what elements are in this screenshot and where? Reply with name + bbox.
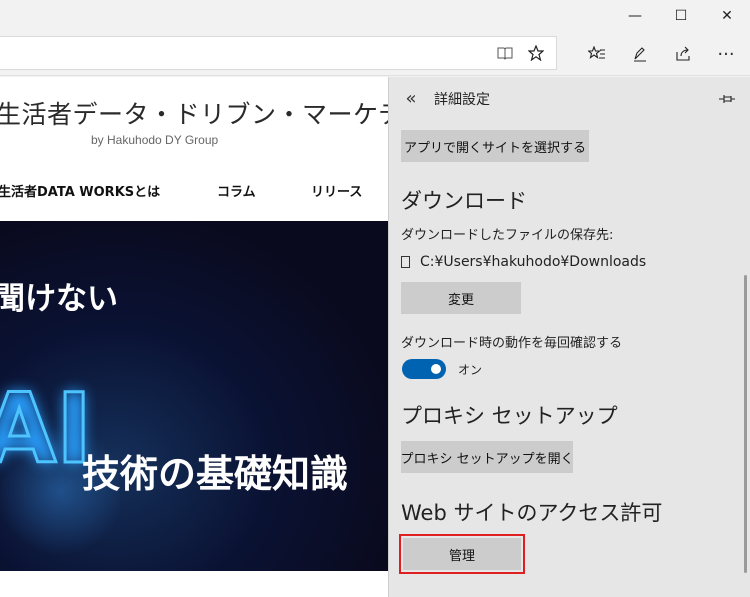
- star-icon: [528, 45, 544, 61]
- site-subtitle: by Hakuhodo DY Group: [91, 133, 219, 147]
- minimize-icon: —: [628, 8, 642, 24]
- hero-banner[interactable]: 聞けない AI 技術の基礎知識: [0, 221, 388, 571]
- advanced-settings-panel: « 詳細設定 アプリで開くサイトを選択する ダウンロード ダウンロードしたファイ…: [388, 77, 750, 597]
- share-button[interactable]: [669, 40, 697, 68]
- web-content[interactable]: 生活者データ・ドリブン・マーケティング通信 by Hakuhodo DY Gro…: [0, 77, 388, 597]
- close-button[interactable]: ✕: [704, 0, 750, 32]
- hero-heading-line1: 聞けない: [0, 281, 118, 317]
- ask-download-toggle-state: オン: [458, 363, 483, 377]
- pin-icon: [719, 95, 735, 103]
- site-logo[interactable]: 生活者データ・ドリブン・マーケティング通信: [0, 95, 388, 131]
- download-path: C:¥Users¥hakuhodo¥Downloads: [420, 254, 647, 270]
- favorites-hub-button[interactable]: [583, 40, 611, 68]
- pin-button[interactable]: [715, 88, 739, 110]
- close-icon: ✕: [721, 8, 733, 24]
- change-download-location-button[interactable]: 変更: [401, 282, 521, 314]
- toggle-knob: [431, 364, 441, 374]
- site-nav-release[interactable]: リリース: [311, 181, 362, 200]
- double-chevron-left-icon: «: [405, 87, 417, 109]
- manage-permissions-button[interactable]: 管理: [403, 538, 521, 570]
- download-heading: ダウンロード: [401, 189, 527, 213]
- maximize-button[interactable]: ☐: [658, 0, 704, 32]
- pen-icon: [634, 47, 646, 62]
- address-bar[interactable]: [0, 36, 557, 70]
- add-favorite-button[interactable]: [522, 39, 550, 67]
- site-nav-column[interactable]: コラム: [217, 181, 256, 200]
- site-permissions-heading: Web サイトのアクセス許可: [401, 501, 663, 525]
- hero-heading-line2: 技術の基礎知識: [82, 452, 349, 496]
- more-button[interactable]: ···: [712, 40, 740, 68]
- book-icon: [497, 47, 513, 60]
- reading-view-button[interactable]: [491, 39, 519, 67]
- panel-scrollbar[interactable]: [744, 275, 747, 573]
- favorites-list-icon: [588, 46, 605, 59]
- download-path-row: C:¥Users¥hakuhodo¥Downloads: [401, 252, 646, 272]
- hero-ai-logo: AI: [0, 373, 94, 485]
- minimize-button[interactable]: —: [612, 0, 658, 32]
- site-nav-about[interactable]: 生活者DATA WORKSとは: [0, 181, 160, 200]
- panel-header: « 詳細設定: [389, 77, 750, 121]
- download-location-label: ダウンロードしたファイルの保存先:: [401, 228, 614, 243]
- navigation-bar: ···: [0, 32, 750, 76]
- proxy-heading: プロキシ セットアップ: [401, 404, 618, 428]
- web-notes-button[interactable]: [626, 40, 654, 68]
- panel-title: 詳細設定: [434, 92, 490, 108]
- more-icon: ···: [717, 43, 735, 65]
- share-icon: [676, 46, 690, 61]
- open-sites-in-apps-button[interactable]: アプリで開くサイトを選択する: [401, 130, 589, 162]
- ask-download-label: ダウンロード時の動作を毎回確認する: [401, 336, 623, 351]
- title-bar: — ☐ ✕: [0, 0, 750, 32]
- maximize-icon: ☐: [674, 8, 688, 24]
- open-proxy-setup-button[interactable]: プロキシ セットアップを開く: [400, 441, 574, 473]
- document-icon: [401, 256, 410, 268]
- back-button[interactable]: «: [401, 87, 421, 109]
- ask-download-toggle[interactable]: [402, 359, 446, 379]
